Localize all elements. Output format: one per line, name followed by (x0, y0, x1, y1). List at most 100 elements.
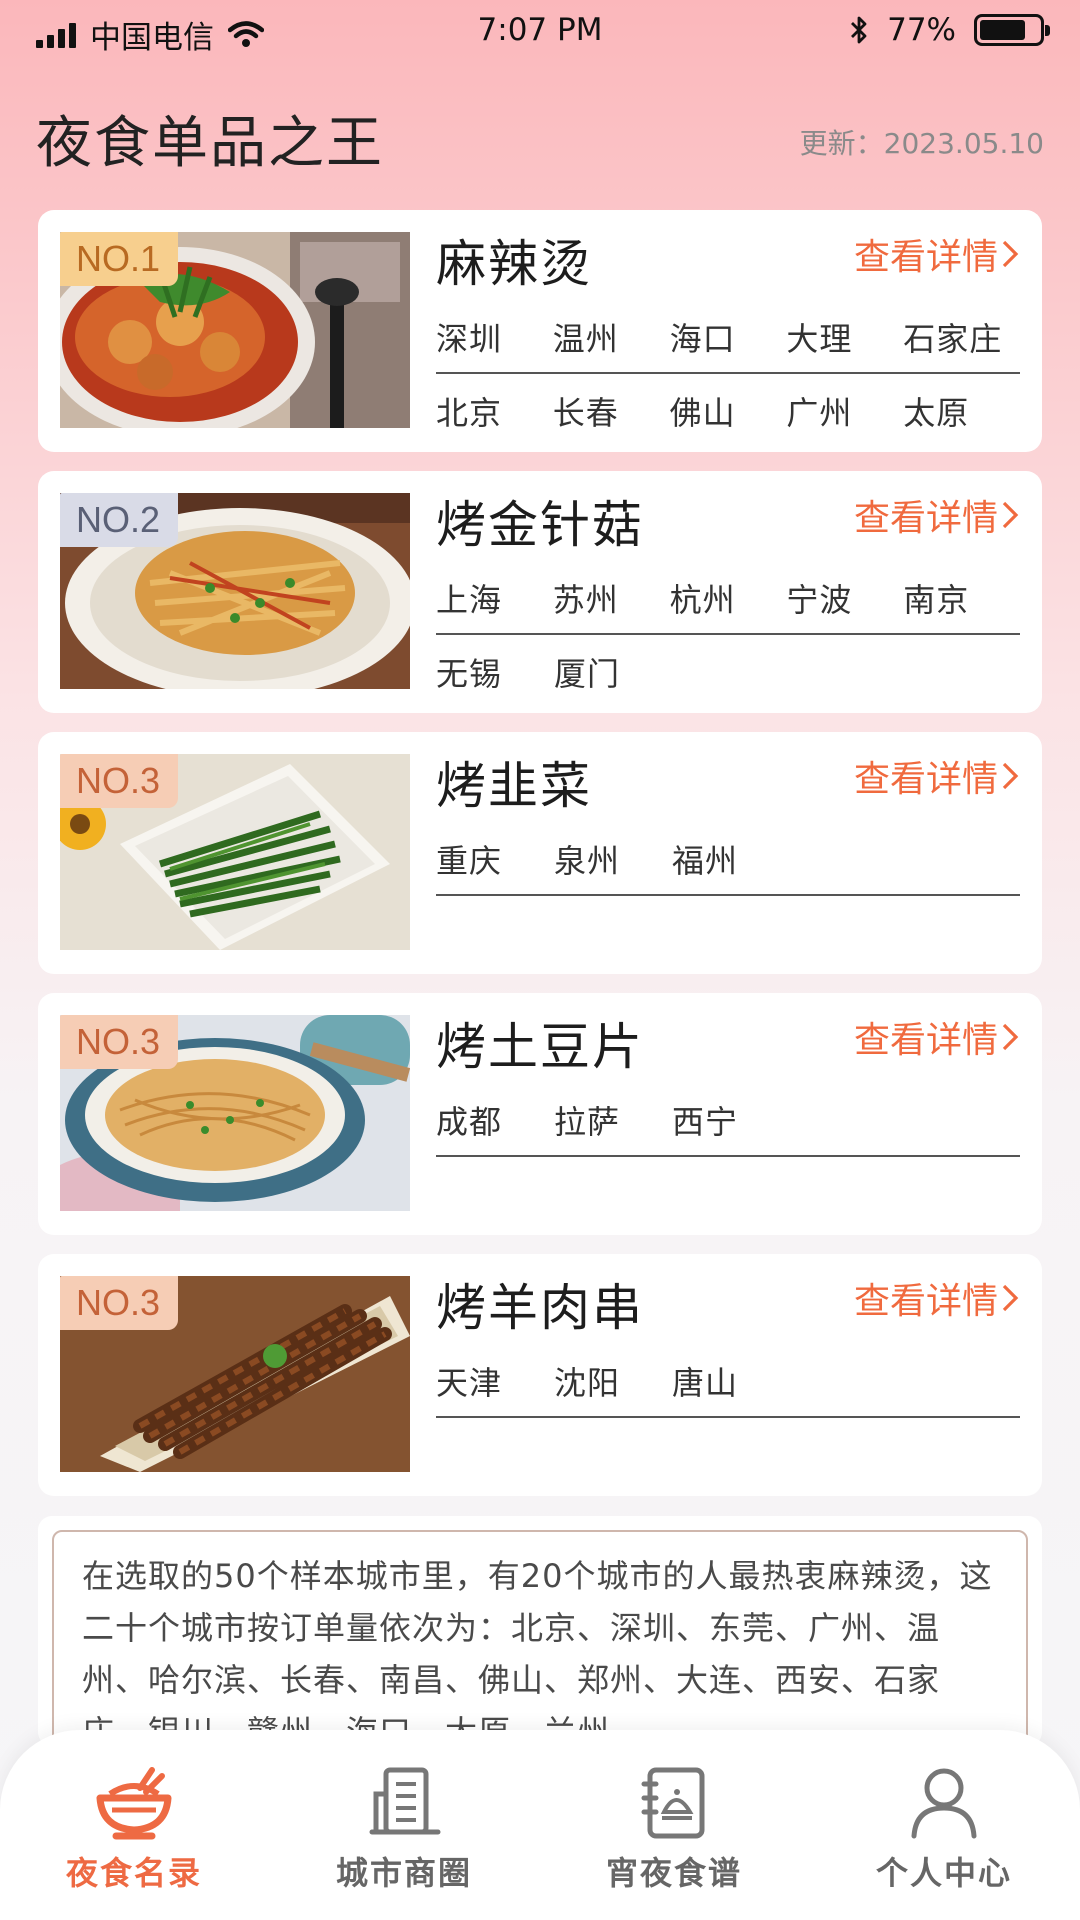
city-row: 成都 拉萨 西宁 (436, 1097, 1020, 1157)
dish-name: 烤韭菜 (436, 757, 592, 815)
tab-label: 宵夜食谱 (605, 1854, 742, 1892)
city-row: 天津 沈阳 唐山 (436, 1358, 1020, 1418)
city-list: 深圳 温州 海口 大理 石家庄 北京 长春 佛山 广州 太原 (436, 314, 1020, 448)
view-details-link[interactable]: 查看详情 (854, 489, 1020, 541)
bluetooth-icon (851, 16, 867, 44)
city-row: 北京 长春 佛山 广州 太原 (436, 388, 1020, 448)
rank-badge: NO.1 (60, 232, 179, 286)
city: 温州 (552, 320, 619, 358)
tab-label: 个人中心 (875, 1854, 1012, 1892)
dish-name: 烤土豆片 (436, 1018, 644, 1076)
view-details-link[interactable]: 查看详情 (854, 1011, 1020, 1063)
view-details-label: 查看详情 (853, 1281, 998, 1322)
city: 福州 (672, 842, 739, 880)
view-details-link[interactable]: 查看详情 (854, 228, 1020, 280)
status-left: 中国电信 (36, 12, 264, 57)
city: 广州 (786, 394, 853, 432)
dish-card[interactable]: NO.3 烤韭菜 查看详情 重庆 泉州 福州 (38, 732, 1042, 974)
view-details-label: 查看详情 (853, 237, 998, 278)
city-row: 重庆 泉州 福州 (436, 836, 1020, 896)
view-details-label: 查看详情 (853, 498, 998, 539)
carrier-label: 中国电信 (90, 20, 214, 56)
dish-name: 烤金针菇 (436, 496, 644, 554)
dish-name: 烤羊肉串 (436, 1279, 644, 1337)
city-list: 天津 沈阳 唐山 (436, 1358, 1020, 1418)
city: 太原 (903, 394, 970, 432)
city: 宁波 (786, 581, 853, 619)
bowl-icon (96, 1767, 172, 1840)
dish-card[interactable]: NO.1 麻辣烫 查看详情 深圳 温州 海口 大理 石家庄 北京 长春 佛山 广… (38, 210, 1042, 452)
page-title: 夜食单品之王 (36, 111, 384, 176)
rank-badge: NO.3 (60, 754, 179, 808)
city: 石家庄 (903, 320, 1003, 358)
dish-image-lamb-skewers: NO.3 (60, 1276, 410, 1472)
tab-label: 夜食名录 (65, 1854, 202, 1892)
city-row: 上海 苏州 杭州 宁波 南京 (436, 575, 1020, 635)
city: 杭州 (669, 581, 736, 619)
city: 海口 (669, 320, 736, 358)
city-list: 成都 拉萨 西宁 (436, 1097, 1020, 1157)
signal-icon (36, 22, 76, 48)
dish-image-potato: NO.3 (60, 1015, 410, 1211)
city: 深圳 (436, 320, 503, 358)
chevron-right-icon (1002, 240, 1019, 268)
city: 北京 (436, 394, 503, 432)
tab-city-district[interactable]: 城市商圈 (304, 1764, 504, 1894)
city: 厦门 (554, 655, 621, 693)
update-date: 更新：2023.05.10 (799, 127, 1044, 160)
dish-card[interactable]: NO.2 烤金针菇 查看详情 上海 苏州 杭州 宁波 南京 无锡 厦门 (38, 471, 1042, 713)
tab-profile[interactable]: 个人中心 (844, 1764, 1044, 1894)
city: 唐山 (672, 1364, 739, 1402)
rank-badge: NO.3 (60, 1015, 179, 1069)
dish-name: 麻辣烫 (436, 235, 592, 293)
dish-card[interactable]: NO.3 烤土豆片 查看详情 成都 拉萨 西宁 (38, 993, 1042, 1235)
city: 天津 (436, 1364, 503, 1402)
chevron-right-icon (1002, 1023, 1019, 1051)
city: 长春 (552, 394, 619, 432)
city-list: 重庆 泉州 福州 (436, 836, 1020, 896)
chevron-right-icon (1002, 1284, 1019, 1312)
city-list: 上海 苏州 杭州 宁波 南京 无锡 厦门 (436, 575, 1020, 709)
city: 重庆 (436, 842, 503, 880)
description-text: 在选取的50个样本城市里，有20个城市的人最热衷麻辣烫，这二十个城市按订单量依次… (52, 1530, 1028, 1746)
person-icon (911, 1768, 977, 1839)
city: 无锡 (436, 655, 503, 693)
city: 上海 (436, 581, 503, 619)
dish-image-chives: NO.3 (60, 754, 410, 950)
status-bar: 中国电信 7:07 PM 77% (0, 0, 1080, 64)
city-row: 无锡 厦门 (436, 649, 1020, 709)
battery-percent: 77% (887, 12, 956, 48)
dish-image-malatang: NO.1 (60, 232, 410, 428)
battery-icon (974, 14, 1050, 46)
tab-recipes[interactable]: 宵夜食谱 (574, 1764, 774, 1894)
tab-bar: 夜食名录 城市商圈 宵夜食谱 个人中心 (0, 1730, 1080, 1920)
city: 大理 (786, 320, 853, 358)
city: 南京 (903, 581, 970, 619)
battery-level (980, 20, 1025, 40)
recipe-book-icon (641, 1767, 705, 1839)
tab-night-food-list[interactable]: 夜食名录 (34, 1764, 234, 1894)
view-details-label: 查看详情 (853, 1020, 998, 1061)
chevron-right-icon (1002, 762, 1019, 790)
status-right: 77% (849, 12, 1050, 48)
view-details-label: 查看详情 (853, 759, 998, 800)
city: 苏州 (552, 581, 619, 619)
city: 成都 (436, 1103, 503, 1141)
view-details-link[interactable]: 查看详情 (854, 750, 1020, 802)
wifi-icon (228, 20, 264, 47)
city: 沈阳 (554, 1364, 621, 1402)
rank-badge: NO.2 (60, 493, 179, 547)
rank-badge: NO.3 (60, 1276, 179, 1330)
chevron-right-icon (1002, 501, 1019, 529)
dish-card[interactable]: NO.3 烤羊肉串 查看详情 天津 沈阳 唐山 (38, 1254, 1042, 1496)
dish-image-enoki: NO.2 (60, 493, 410, 689)
building-icon (369, 1767, 441, 1835)
city: 拉萨 (554, 1103, 621, 1141)
tab-label: 城市商圈 (335, 1854, 472, 1892)
city: 泉州 (554, 842, 621, 880)
city: 西宁 (672, 1103, 739, 1141)
view-details-link[interactable]: 查看详情 (854, 1272, 1020, 1324)
city-row: 深圳 温州 海口 大理 石家庄 (436, 314, 1020, 374)
description-panel: 在选取的50个样本城市里，有20个城市的人最热衷麻辣烫，这二十个城市按订单量依次… (38, 1516, 1042, 1746)
city: 佛山 (669, 394, 736, 432)
